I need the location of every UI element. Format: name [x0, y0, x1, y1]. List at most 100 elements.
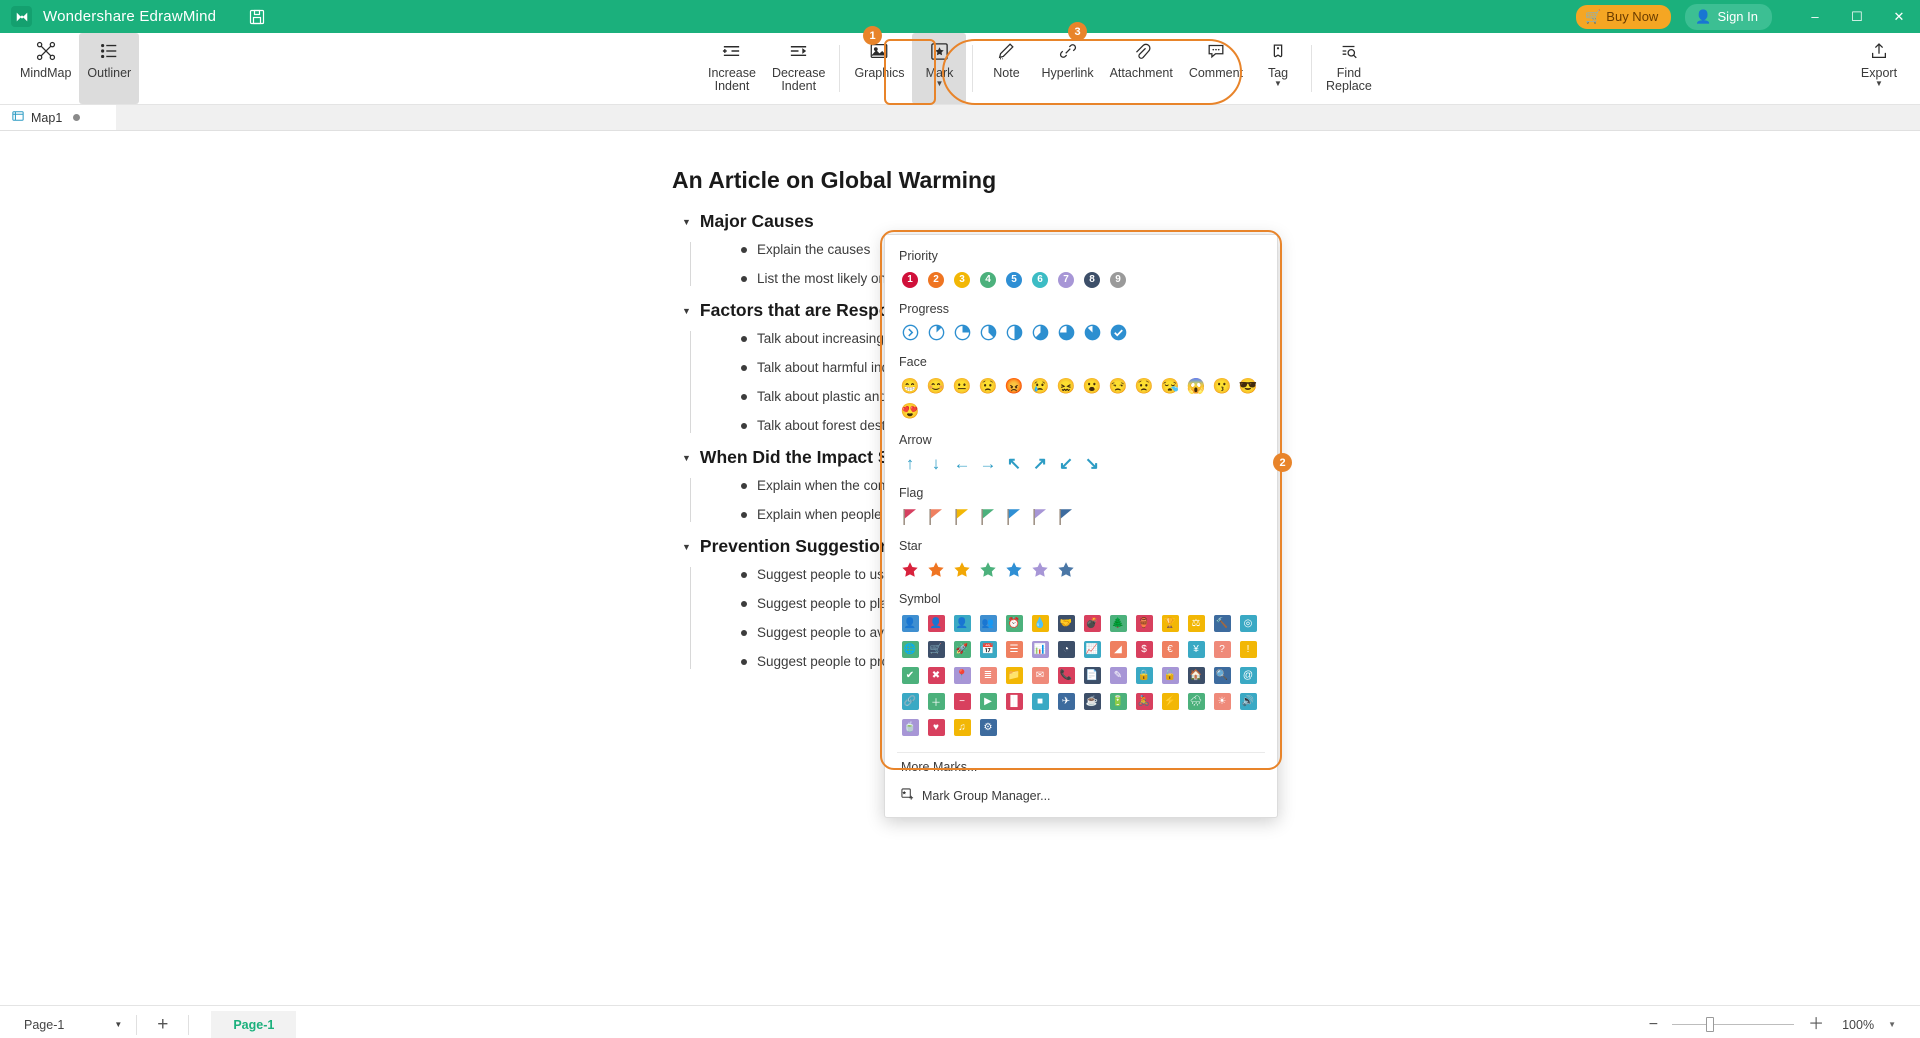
attachment-button[interactable]: Attachment [1102, 33, 1181, 104]
sign-in-button[interactable]: 👤 Sign In [1685, 3, 1772, 30]
symbol-rocket[interactable]: 🚀 [949, 636, 975, 662]
decrease-indent-button[interactable]: Decrease Indent [764, 33, 834, 104]
symbol-trophy[interactable]: 🏆 [1157, 610, 1183, 636]
arrow-up[interactable]: ↑ [897, 451, 923, 476]
symbol-bar-chart[interactable]: 📊 [1027, 636, 1053, 662]
progress-1-8[interactable] [923, 320, 949, 345]
progress-1-2[interactable] [1001, 320, 1027, 345]
priority-8[interactable]: 8 [1079, 267, 1105, 292]
symbol-sun[interactable]: ☀ [1209, 688, 1235, 714]
collapse-caret-icon[interactable]: ▼ [682, 306, 691, 316]
flag-navy[interactable] [1053, 504, 1079, 529]
more-marks-item[interactable]: More Marks... [885, 753, 1277, 781]
symbol-link[interactable]: 🔗 [897, 688, 923, 714]
priority-6[interactable]: 6 [1027, 267, 1053, 292]
symbol-list[interactable]: ☰ [1001, 636, 1027, 662]
symbol-calendar[interactable]: 📅 [975, 636, 1001, 662]
symbol-person-blue[interactable]: 👤 [897, 610, 923, 636]
progress-3-8[interactable] [975, 320, 1001, 345]
maximize-button[interactable]: ☐ [1836, 0, 1878, 33]
symbol-document[interactable]: 📄 [1079, 662, 1105, 688]
priority-3[interactable]: 3 [949, 267, 975, 292]
symbol-cup[interactable]: 🍵 [897, 714, 923, 740]
progress-3-4[interactable] [1053, 320, 1079, 345]
star-orange[interactable] [923, 557, 949, 582]
symbol-phone[interactable]: 📞 [1053, 662, 1079, 688]
symbol-pie-chart[interactable]: ◔ [1053, 636, 1079, 662]
collapse-caret-icon[interactable]: ▼ [682, 217, 691, 227]
symbol-group[interactable]: 👥 [975, 610, 1001, 636]
symbol-yen[interactable]: ¥ [1183, 636, 1209, 662]
arrow-down-left[interactable]: ↙ [1053, 451, 1079, 476]
symbol-person-red[interactable]: 👤 [923, 610, 949, 636]
progress-5-8[interactable] [1027, 320, 1053, 345]
arrow-up-left[interactable]: ↖ [1001, 451, 1027, 476]
symbol-pencil[interactable]: ✎ [1105, 662, 1131, 688]
symbol-target[interactable]: ◎ [1235, 610, 1261, 636]
face-heart-eyes[interactable]: 😍 [897, 398, 923, 423]
symbol-search[interactable]: 🔍 [1209, 662, 1235, 688]
add-page-button[interactable]: + [151, 1015, 174, 1034]
view-button-mindmap[interactable]: MindMap [12, 33, 79, 104]
mark-button[interactable]: Mark ▼ [912, 33, 967, 104]
symbol-scale[interactable]: ⚖ [1183, 610, 1209, 636]
face-confounded[interactable]: 😖 [1053, 373, 1079, 398]
face-worried[interactable]: 😟 [1131, 373, 1157, 398]
face-scream[interactable]: 😱 [1183, 373, 1209, 398]
note-button[interactable]: Note [979, 33, 1033, 104]
face-neutral[interactable]: 😐 [949, 373, 975, 398]
minimize-button[interactable]: – [1794, 0, 1836, 33]
save-icon[interactable] [246, 6, 268, 28]
symbol-handshake[interactable]: 🤝 [1053, 610, 1079, 636]
priority-1[interactable]: 1 [897, 267, 923, 292]
zoom-slider[interactable] [1672, 1017, 1795, 1032]
zoom-in-button[interactable]: ＋ [1808, 1016, 1824, 1033]
face-kiss[interactable]: 😗 [1209, 373, 1235, 398]
symbol-jug[interactable]: 🏺 [1131, 610, 1157, 636]
star-blue[interactable] [1001, 557, 1027, 582]
outline-heading[interactable]: ▼ Major Causes [682, 211, 1372, 232]
document-tab-map1[interactable]: Map1 [0, 105, 116, 130]
symbol-bike[interactable]: 🚴 [1131, 688, 1157, 714]
symbol-cart[interactable]: 🛒 [923, 636, 949, 662]
priority-4[interactable]: 4 [975, 267, 1001, 292]
face-unamused[interactable]: 😒 [1105, 373, 1131, 398]
symbol-person-teal[interactable]: 👤 [949, 610, 975, 636]
zoom-out-button[interactable]: − [1649, 1016, 1658, 1033]
arrow-down-right[interactable]: ↘ [1079, 451, 1105, 476]
symbol-plane[interactable]: ✈ [1053, 688, 1079, 714]
zoom-slider-thumb[interactable] [1706, 1017, 1715, 1032]
symbol-line-chart[interactable]: 📈 [1079, 636, 1105, 662]
symbol-tree[interactable]: 🌲 [1105, 610, 1131, 636]
flag-blue[interactable] [1001, 504, 1027, 529]
face-sad[interactable]: 😟 [975, 373, 1001, 398]
symbol-dollar[interactable]: $ [1131, 636, 1157, 662]
symbol-bolt[interactable]: ⚡ [1157, 688, 1183, 714]
page-selector-chevron-down-icon[interactable]: ▼ [114, 1020, 122, 1029]
progress-done[interactable] [1105, 320, 1131, 345]
face-smile[interactable]: 😊 [923, 373, 949, 398]
tag-chevron-down-icon[interactable]: ▼ [1274, 80, 1282, 88]
mark-chevron-down-icon[interactable]: ▼ [936, 80, 944, 88]
tag-button[interactable]: Tag ▼ [1251, 33, 1305, 104]
graphics-button[interactable]: Graphics [846, 33, 912, 104]
face-angry[interactable]: 😡 [1001, 373, 1027, 398]
symbol-layers[interactable]: ≣ [975, 662, 1001, 688]
face-sunglasses[interactable]: 😎 [1235, 373, 1261, 398]
outline-title[interactable]: An Article on Global Warming [672, 167, 1372, 194]
symbol-envelope[interactable]: ✉ [1027, 662, 1053, 688]
face-sleepy[interactable]: 😪 [1157, 373, 1183, 398]
symbol-euro[interactable]: € [1157, 636, 1183, 662]
zoom-chevron-down-icon[interactable]: ▼ [1888, 1020, 1896, 1029]
close-button[interactable]: ✕ [1878, 0, 1920, 33]
priority-5[interactable]: 5 [1001, 267, 1027, 292]
progress-start[interactable] [897, 320, 923, 345]
symbol-lock[interactable]: 🔒 [1131, 662, 1157, 688]
symbol-stop[interactable]: ■ [1027, 688, 1053, 714]
symbol-area-chart[interactable]: ◢ [1105, 636, 1131, 662]
mark-group-manager-item[interactable]: Mark Group Manager... [885, 781, 1277, 811]
priority-9[interactable]: 9 [1105, 267, 1131, 292]
flag-green[interactable] [975, 504, 1001, 529]
arrow-left[interactable]: ← [949, 451, 975, 476]
star-red[interactable] [897, 557, 923, 582]
